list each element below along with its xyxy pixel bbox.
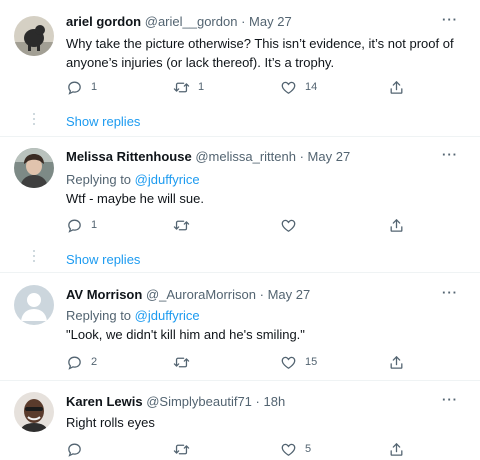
- tweet-date[interactable]: May 27: [249, 14, 292, 29]
- separator: ·: [299, 149, 304, 164]
- author-name[interactable]: AV Morrison: [66, 287, 142, 302]
- thread-dots: [33, 113, 35, 128]
- retweet-icon: [173, 354, 190, 371]
- more-icon[interactable]: ···: [442, 284, 458, 302]
- author-name[interactable]: Melissa Rittenhouse: [66, 149, 192, 164]
- replying-to-link[interactable]: @jduffyrice: [135, 308, 200, 323]
- avatar[interactable]: [14, 285, 54, 325]
- avatar[interactable]: [14, 16, 54, 56]
- reply-button[interactable]: 1: [66, 77, 97, 97]
- tweet-text: Why take the picture otherwise? This isn…: [66, 36, 454, 70]
- retweet-icon: [173, 217, 190, 234]
- like-count: 15: [305, 356, 318, 368]
- more-icon[interactable]: ···: [442, 11, 458, 29]
- like-icon: [280, 217, 297, 234]
- like-button[interactable]: 14: [280, 77, 317, 97]
- tweet-date[interactable]: May 27: [308, 149, 351, 164]
- like-button[interactable]: [280, 215, 305, 235]
- reply-icon: [66, 354, 83, 371]
- share-icon: [388, 79, 405, 96]
- retweet-icon: [173, 79, 190, 96]
- tweet-actions: 1 1 14: [66, 77, 416, 97]
- tweet-text: Wtf - maybe he will sue.: [66, 191, 204, 206]
- like-icon: [280, 441, 297, 458]
- reply-button[interactable]: 2: [66, 352, 97, 372]
- show-replies-link[interactable]: Show replies: [66, 252, 140, 267]
- tweet-header: Melissa Rittenhouse @melissa_rittenh · M…: [66, 148, 440, 166]
- reply-icon: [66, 441, 83, 458]
- tweet-header: ariel gordon @ariel__gordon · May 27: [66, 13, 440, 31]
- replying-label: Replying to: [66, 308, 132, 323]
- separator: ·: [255, 394, 260, 409]
- retweet-button[interactable]: [173, 439, 198, 459]
- tweet[interactable]: ariel gordon @ariel__gordon · May 27 ···…: [0, 0, 480, 136]
- more-icon[interactable]: ···: [442, 391, 458, 409]
- tweet-actions: 2 15: [66, 352, 416, 372]
- tweet-header: Karen Lewis @Simplybeautif71 · 18h: [66, 393, 440, 411]
- tweet-date[interactable]: May 27: [268, 287, 311, 302]
- tweet[interactable]: Melissa Rittenhouse @melissa_rittenh · M…: [0, 137, 480, 272]
- retweet-count: 1: [198, 81, 205, 93]
- separator: ·: [241, 14, 246, 29]
- like-icon: [280, 354, 297, 371]
- reply-button[interactable]: 1: [66, 215, 97, 235]
- tweet[interactable]: AV Morrison @_AuroraMorrison · May 27 ··…: [0, 273, 480, 380]
- like-button[interactable]: 5: [280, 439, 311, 459]
- tweet[interactable]: Karen Lewis @Simplybeautif71 · 18h ··· R…: [0, 381, 480, 460]
- retweet-button[interactable]: 1: [173, 77, 204, 97]
- share-button[interactable]: [388, 77, 405, 97]
- reply-count: 1: [91, 219, 98, 231]
- tweet-header: AV Morrison @_AuroraMorrison · May 27: [66, 286, 440, 304]
- reply-count: 1: [91, 81, 98, 93]
- replying-to-link[interactable]: @jduffyrice: [135, 172, 200, 187]
- reply-icon: [66, 79, 83, 96]
- share-icon: [388, 354, 405, 371]
- author-name[interactable]: Karen Lewis: [66, 394, 143, 409]
- tweet-date[interactable]: 18h: [264, 394, 286, 409]
- tweet-actions: 5: [66, 439, 416, 459]
- retweet-icon: [173, 441, 190, 458]
- replying-to: Replying to @jduffyrice: [66, 307, 200, 325]
- retweet-button[interactable]: [173, 352, 198, 372]
- more-icon[interactable]: ···: [442, 146, 458, 164]
- share-icon: [388, 217, 405, 234]
- reply-count: 2: [91, 356, 98, 368]
- author-handle[interactable]: @_AuroraMorrison: [146, 287, 256, 302]
- retweet-button[interactable]: [173, 215, 198, 235]
- share-button[interactable]: [388, 215, 405, 235]
- author-handle[interactable]: @ariel__gordon: [145, 14, 238, 29]
- separator: ·: [259, 287, 264, 302]
- share-button[interactable]: [388, 439, 405, 459]
- reply-button[interactable]: [66, 439, 91, 459]
- avatar[interactable]: [14, 148, 54, 188]
- like-count: 14: [305, 81, 318, 93]
- replying-label: Replying to: [66, 172, 132, 187]
- show-replies-link[interactable]: Show replies: [66, 114, 140, 129]
- reply-icon: [66, 217, 83, 234]
- tweet-actions: 1: [66, 215, 416, 235]
- like-count: 5: [305, 443, 312, 455]
- tweet-text: "Look, we didn't kill him and he's smili…: [66, 327, 305, 342]
- share-icon: [388, 441, 405, 458]
- like-icon: [280, 79, 297, 96]
- share-button[interactable]: [388, 352, 405, 372]
- tweet-text: Right rolls eyes: [66, 415, 155, 430]
- author-name[interactable]: ariel gordon: [66, 14, 141, 29]
- replying-to: Replying to @jduffyrice: [66, 171, 200, 189]
- thread-dots: [33, 250, 35, 265]
- author-handle[interactable]: @Simplybeautif71: [146, 394, 252, 409]
- like-button[interactable]: 15: [280, 352, 317, 372]
- author-handle[interactable]: @melissa_rittenh: [195, 149, 296, 164]
- avatar[interactable]: [14, 392, 54, 432]
